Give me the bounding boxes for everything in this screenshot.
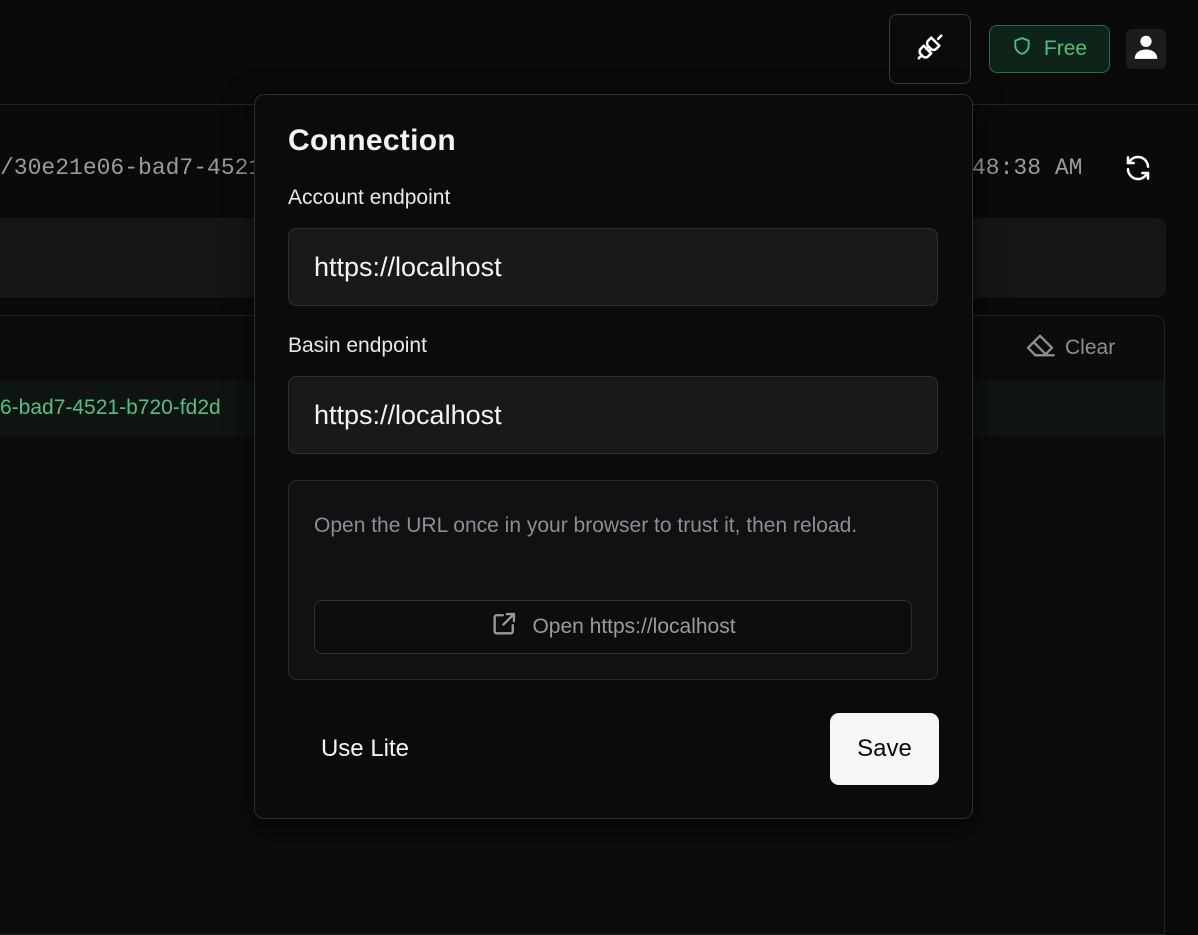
user-icon [1131,32,1161,67]
connection-button[interactable] [889,14,971,84]
open-url-label: Open https://localhost [532,615,736,638]
popover-title: Connection [288,124,456,157]
stream-path: /30e21e06-bad7-4521-b720-fd2d [0,155,262,181]
user-menu-button[interactable] [1126,29,1166,69]
basin-endpoint-label: Basin endpoint [288,334,427,357]
plan-badge[interactable]: Free [989,25,1110,73]
basin-endpoint-input[interactable] [288,376,938,454]
trust-note-text: Open the URL once in your browser to tru… [314,514,858,537]
external-link-icon [490,610,518,644]
refresh-icon [1123,153,1153,188]
use-lite-button[interactable]: Use Lite [296,714,434,784]
plan-badge-label: Free [1043,37,1088,60]
plug-disconnected-icon [915,32,945,67]
eraser-icon [1024,331,1056,365]
save-button[interactable]: Save [830,713,939,785]
record-id: 6-bad7-4521-b720-fd2d [0,396,221,419]
shield-icon [1012,35,1032,63]
refresh-button[interactable] [1118,150,1158,190]
account-endpoint-label: Account endpoint [288,186,451,209]
timestamp: 48:38 AM [972,155,1083,181]
open-url-button[interactable]: Open https://localhost [314,600,912,654]
clear-button[interactable]: Clear [1024,330,1115,366]
clear-label: Clear [1065,336,1116,359]
account-endpoint-input[interactable] [288,228,938,306]
